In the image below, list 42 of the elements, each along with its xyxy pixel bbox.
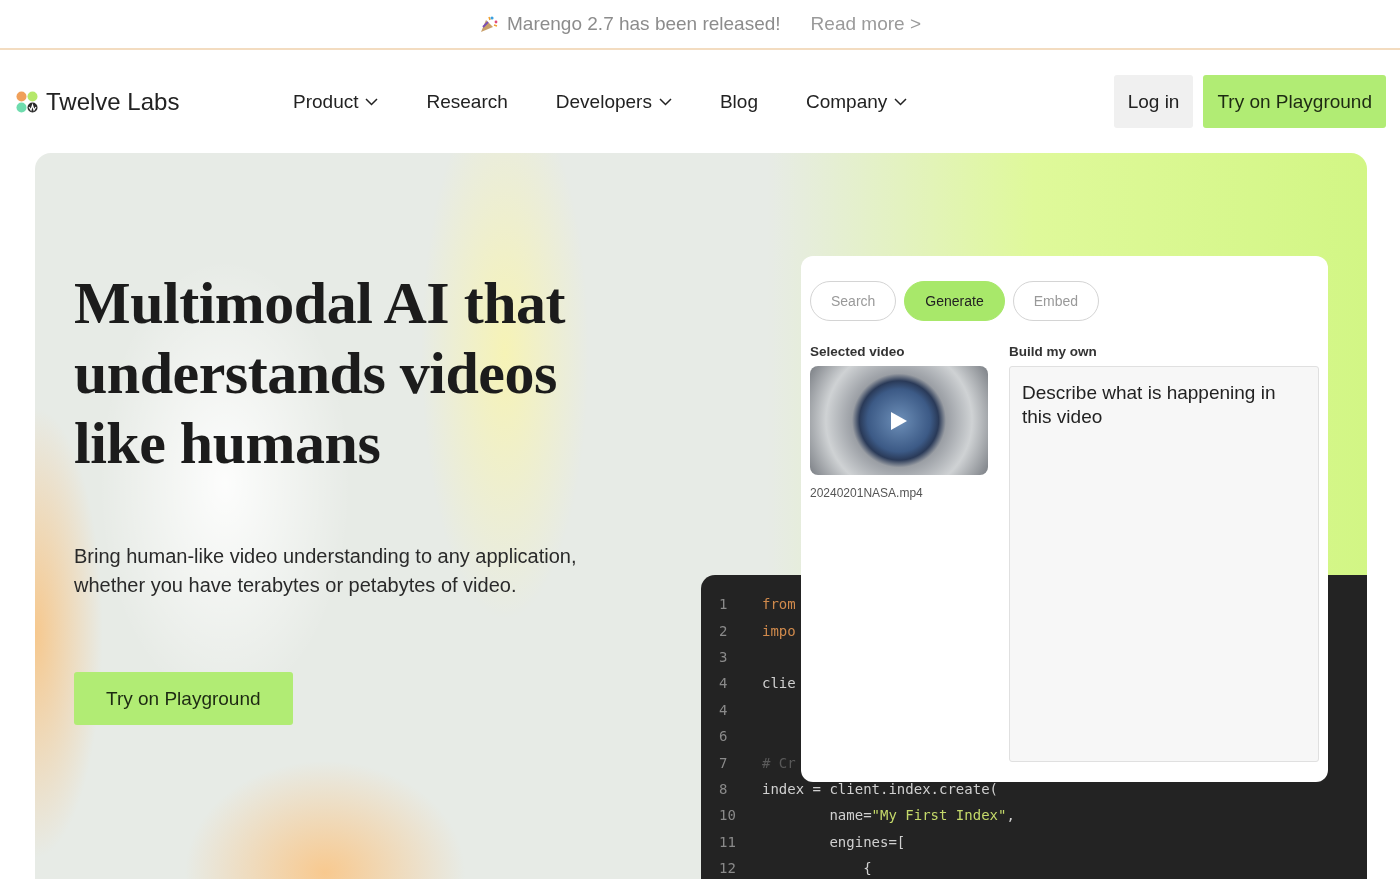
nav-link[interactable]: Developers [555, 90, 672, 113]
line-number: 7 [719, 754, 729, 771]
line-number: 10 [719, 807, 737, 824]
line-number: 11 [719, 833, 737, 850]
hero-subtitle: Bring human-like video understanding to any application, whether you have terabytes or petabytes of video. [74, 544, 578, 598]
code-line: index = client.index.create( [762, 780, 998, 797]
line-number: 6 [719, 728, 729, 745]
code-line: { [862, 860, 872, 877]
line-number: 12 [719, 860, 737, 877]
nav-link[interactable]: Company [805, 90, 908, 113]
playground-button[interactable]: Try on Playground [1203, 75, 1386, 128]
party-popper-icon [479, 15, 499, 33]
chevron-down-icon[interactable] [365, 97, 379, 106]
playground-button[interactable]: Try on Playground [74, 672, 293, 725]
chevron-down-icon[interactable] [658, 97, 672, 106]
line-number: 3 [719, 648, 729, 665]
chevron-down-icon[interactable] [894, 97, 908, 106]
nav-link[interactable]: Blog [719, 90, 758, 113]
announcement-text: Marengo 2.7 has been released! [507, 13, 781, 35]
logo-icon [16, 90, 38, 113]
code-line: impo [762, 622, 796, 639]
prompt-label: Build my own [1009, 344, 1098, 361]
line-number: 2 [719, 622, 729, 639]
line-number: 4 [719, 675, 729, 692]
line-number: 4 [719, 701, 729, 718]
hero-heading: Multimodal AI that understands videos like humans [74, 269, 567, 478]
code-line: from [762, 596, 796, 613]
brand-name[interactable]: Twelve Labs [46, 87, 180, 116]
nav-link[interactable]: Product [293, 90, 379, 113]
play-icon[interactable] [890, 410, 908, 431]
code-line: engines=[ [828, 833, 906, 850]
video-placeholder[interactable] [810, 366, 988, 475]
selected-video-label: Selected video [810, 344, 906, 361]
code-line: name="My First Index", [828, 807, 1015, 824]
login-button[interactable]: Log in [1113, 75, 1194, 128]
line-number: 1 [719, 596, 729, 613]
mode-tab[interactable]: Generate [904, 281, 1005, 321]
line-number: 8 [719, 780, 729, 797]
video-filename: 20240201NASA.mp4 [810, 486, 924, 500]
code-line: clie [762, 675, 796, 692]
nav-link[interactable]: Research [426, 90, 508, 113]
prompt-field[interactable]: Describe what is happening in this video [1009, 366, 1319, 762]
